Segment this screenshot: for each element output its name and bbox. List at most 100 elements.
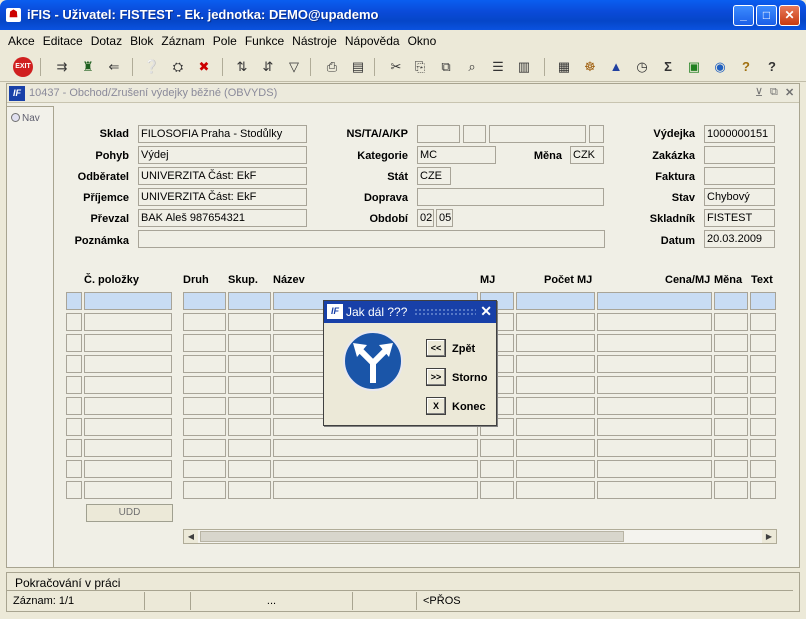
excel-icon[interactable]: ▣ xyxy=(684,57,704,77)
menu-editace[interactable]: Editace xyxy=(39,30,87,48)
scroll-thumb[interactable] xyxy=(200,531,624,542)
print-preview-icon[interactable]: ▤ xyxy=(348,57,368,77)
storno-key-button[interactable]: >> xyxy=(426,368,446,386)
table-cell[interactable] xyxy=(750,292,776,310)
doprava-field[interactable] xyxy=(417,188,604,206)
scroll-right-icon[interactable]: ▶ xyxy=(762,530,776,543)
table-cell[interactable] xyxy=(516,334,595,352)
table-cell[interactable] xyxy=(714,397,748,415)
insert-record-icon[interactable]: ⇉ xyxy=(52,57,72,77)
table-cell[interactable] xyxy=(480,439,514,457)
konec-key-button[interactable]: X xyxy=(426,397,446,415)
table-cell[interactable] xyxy=(597,292,712,310)
table-cell[interactable] xyxy=(516,460,595,478)
table-cell[interactable] xyxy=(228,355,271,373)
skladnik-field[interactable]: FISTEST xyxy=(704,209,775,227)
obdobi-month-field[interactable]: 02 xyxy=(417,209,434,227)
ns-field[interactable] xyxy=(417,125,460,143)
table-cell[interactable] xyxy=(183,481,226,499)
faktura-field[interactable] xyxy=(704,167,775,185)
scroll-left-icon[interactable]: ◀ xyxy=(184,530,198,543)
udd-button[interactable]: UDD xyxy=(86,504,173,522)
table-cell[interactable] xyxy=(516,481,595,499)
menu-dotaz[interactable]: Dotaz xyxy=(87,30,126,48)
kp-field[interactable] xyxy=(589,125,604,143)
exit-icon[interactable]: EXIT xyxy=(13,57,33,77)
sort-desc-icon[interactable]: ⇵ xyxy=(258,57,278,77)
close-button[interactable]: ✕ xyxy=(779,5,800,26)
table-cell[interactable] xyxy=(84,355,172,373)
zpet-key-button[interactable]: << xyxy=(426,339,446,357)
row-selector[interactable] xyxy=(66,334,82,352)
row-selector[interactable] xyxy=(66,397,82,415)
table-cell[interactable] xyxy=(228,292,271,310)
menu-zaznam[interactable]: Záznam xyxy=(157,30,208,48)
table-cell[interactable] xyxy=(228,439,271,457)
table-cell[interactable] xyxy=(750,460,776,478)
table-cell[interactable] xyxy=(228,481,271,499)
table-cell[interactable] xyxy=(750,397,776,415)
table-cell[interactable] xyxy=(183,292,226,310)
vydejka-field[interactable]: 1000000151 xyxy=(704,125,775,143)
table-cell[interactable] xyxy=(714,439,748,457)
find-icon[interactable]: ⌕ xyxy=(462,57,482,77)
calculator-icon[interactable]: ▦ xyxy=(554,57,574,77)
stat-field[interactable]: CZE xyxy=(417,167,451,185)
table-cell[interactable] xyxy=(750,313,776,331)
table-cell[interactable] xyxy=(228,397,271,415)
table-cell[interactable] xyxy=(597,376,712,394)
table-cell[interactable] xyxy=(480,481,514,499)
table-cell[interactable] xyxy=(516,313,595,331)
obdobi-year-field[interactable]: 05 xyxy=(436,209,453,227)
horizontal-scrollbar[interactable]: ◀ ▶ xyxy=(183,529,777,544)
table-cell[interactable] xyxy=(516,397,595,415)
datum-field[interactable]: 20.03.2009 xyxy=(704,230,775,248)
table-cell[interactable] xyxy=(228,313,271,331)
table-cell[interactable] xyxy=(597,355,712,373)
menu-blok[interactable]: Blok xyxy=(126,30,157,48)
row-selector[interactable] xyxy=(66,460,82,478)
table-cell[interactable] xyxy=(597,439,712,457)
table-cell[interactable] xyxy=(228,460,271,478)
menu-okno[interactable]: Okno xyxy=(404,30,441,48)
ta-field[interactable] xyxy=(463,125,486,143)
mena-field[interactable]: CZK xyxy=(570,146,604,164)
table-cell[interactable] xyxy=(516,376,595,394)
table-cell[interactable] xyxy=(750,334,776,352)
menu-nastroje[interactable]: Nástroje xyxy=(288,30,341,48)
table-cell[interactable] xyxy=(84,292,172,310)
table-cell[interactable] xyxy=(714,355,748,373)
table-cell[interactable] xyxy=(228,418,271,436)
table-cell[interactable] xyxy=(516,355,595,373)
table-cell[interactable] xyxy=(750,418,776,436)
table-cell[interactable] xyxy=(183,460,226,478)
paste-icon[interactable]: ⧉ xyxy=(436,57,456,77)
table-cell[interactable] xyxy=(84,334,172,352)
table-cell[interactable] xyxy=(597,334,712,352)
row-selector[interactable] xyxy=(66,376,82,394)
dialog-close-icon[interactable]: ✕ xyxy=(480,303,492,320)
row-selector[interactable] xyxy=(66,418,82,436)
table-cell[interactable] xyxy=(597,397,712,415)
print-icon[interactable]: ⎙ xyxy=(322,57,342,77)
table-cell[interactable] xyxy=(84,460,172,478)
table-cell[interactable] xyxy=(273,460,478,478)
sum-icon[interactable]: Σ xyxy=(658,57,678,77)
table-cell[interactable] xyxy=(183,355,226,373)
table-cell[interactable] xyxy=(84,313,172,331)
table-cell[interactable] xyxy=(714,481,748,499)
row-selector[interactable] xyxy=(66,313,82,331)
table-cell[interactable] xyxy=(750,376,776,394)
table-cell[interactable] xyxy=(183,439,226,457)
row-selector[interactable] xyxy=(66,292,82,310)
sklad-field[interactable]: FILOSOFIA Praha - Stodůlky xyxy=(138,125,307,143)
prijemce-field[interactable]: UNIVERZITA Část: EkF xyxy=(138,188,307,206)
list-icon[interactable]: ☰ xyxy=(488,57,508,77)
table-cell[interactable] xyxy=(183,334,226,352)
maximize-button[interactable]: □ xyxy=(756,5,777,26)
row-selector[interactable] xyxy=(66,481,82,499)
table-cell[interactable] xyxy=(84,481,172,499)
kategorie-field[interactable]: MC xyxy=(417,146,496,164)
table-cell[interactable] xyxy=(183,397,226,415)
form-restore-icon[interactable]: ⧉ xyxy=(770,86,778,99)
